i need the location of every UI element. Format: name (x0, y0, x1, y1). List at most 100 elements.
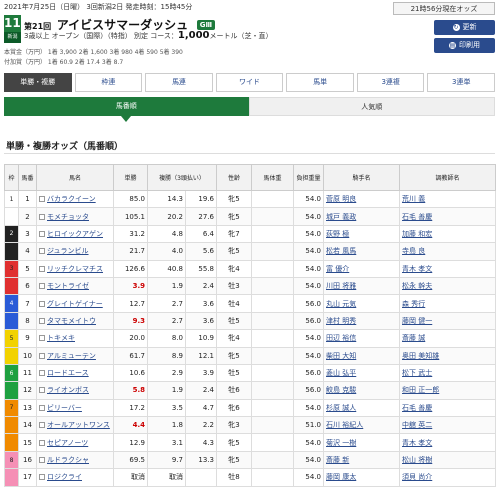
jockey-link[interactable]: 田辺 裕信 (323, 329, 401, 348)
trainer-link[interactable]: 石毛 善慶 (399, 207, 497, 226)
trainer-link[interactable]: 奥田 美知雄 (399, 346, 497, 365)
select-checkbox[interactable] (39, 404, 45, 411)
jockey-link[interactable]: 城戸 義政 (323, 207, 401, 226)
select-checkbox[interactable] (39, 457, 45, 464)
trainer-link[interactable]: 松永 幹夫 (399, 276, 497, 296)
horse-weight (251, 294, 295, 313)
select-checkbox[interactable] (39, 422, 45, 429)
trainer-link[interactable]: 荒川 義 (399, 189, 497, 209)
table-row: 12 ライオンボス 5.8 1.9 2.4 牡6 56.0 鮫島 克駿 和田 正一郎 (4, 381, 497, 400)
horse-name-link[interactable]: ヒロイックアゲン (36, 224, 114, 244)
win-odds: 69.5 (113, 450, 148, 470)
tab-sanrentan[interactable]: 3連単 (427, 73, 496, 92)
select-checkbox[interactable] (39, 283, 45, 290)
trainer-link[interactable]: 松下 武士 (399, 363, 497, 383)
select-checkbox[interactable] (39, 474, 45, 481)
horse-name-link[interactable]: グレイトゲイナー (36, 294, 114, 313)
trainer-link[interactable]: 青木 孝文 (399, 433, 497, 452)
horse-name-link[interactable]: リッチクレマチス (36, 259, 114, 278)
horse-name-link[interactable]: タマモメイトウ (36, 311, 114, 331)
select-checkbox[interactable] (39, 230, 45, 237)
win-odds: 4.4 (113, 416, 148, 435)
horse-name-link[interactable]: オールアットワンス (36, 416, 114, 435)
waku-cell (4, 433, 19, 452)
jockey-link[interactable]: 丸山 元気 (323, 294, 401, 313)
trainer-link[interactable]: 青木 孝文 (399, 259, 497, 278)
horse-name-link[interactable]: ビリーバー (36, 398, 114, 418)
jockey-link[interactable]: 杉原 誠人 (323, 398, 401, 418)
horse-name-link[interactable]: セピアノーツ (36, 433, 114, 452)
win-odds: 17.2 (113, 398, 148, 418)
select-checkbox[interactable] (39, 213, 45, 220)
prize-added: 付加賞（万円） 1着 60.9 2着 17.4 3着 8.7 (4, 59, 124, 66)
tab-by-popularity[interactable]: 人気順 (248, 97, 495, 116)
horse-name-link[interactable]: アルミューテン (36, 346, 114, 365)
horse-name-link[interactable]: モントライゼ (36, 276, 114, 296)
carried-weight: 56.0 (293, 294, 325, 313)
carried-weight: 54.0 (293, 450, 325, 470)
select-checkbox[interactable] (39, 248, 45, 255)
select-checkbox[interactable] (39, 317, 45, 324)
tab-by-number[interactable]: 馬番順 (4, 97, 249, 122)
tab-umaren[interactable]: 馬連 (145, 73, 213, 92)
select-checkbox[interactable] (39, 352, 45, 359)
jockey-link[interactable]: 荻野 極 (323, 224, 401, 244)
jockey-link[interactable]: 石川 裕紀人 (323, 416, 401, 435)
select-checkbox[interactable] (39, 335, 45, 342)
jockey-link[interactable]: 菊沢 一樹 (323, 433, 401, 452)
horse-name-link[interactable]: ロジクライ (36, 468, 114, 487)
race-conditions: 3歳以上 オープン（国際）（特指） 別定 コース：1,000メートル（芝・直） (24, 30, 273, 41)
select-checkbox[interactable] (39, 439, 45, 446)
trainer-link[interactable]: 加藤 和宏 (399, 224, 497, 244)
jockey-link[interactable]: 菱山 弘平 (323, 363, 401, 383)
jockey-link[interactable]: 斎藤 新 (323, 450, 401, 470)
trainer-link[interactable]: 松山 将樹 (399, 450, 497, 470)
horse-name-link[interactable]: ジュランビル (36, 242, 114, 261)
tab-umatan[interactable]: 馬単 (286, 73, 354, 92)
select-checkbox[interactable] (39, 300, 45, 307)
trainer-link[interactable]: 藤岡 健一 (399, 311, 497, 331)
jockey-link[interactable]: 菅原 明良 (323, 189, 401, 209)
trainer-link[interactable]: 斎藤 誠 (399, 329, 497, 348)
tab-sanrenpuku[interactable]: 3連複 (356, 73, 425, 92)
col-trainer: 調教師名 (399, 164, 497, 191)
horse-name-link[interactable]: バカラクイーン (36, 189, 114, 209)
sex-age: 牝4 (216, 329, 253, 348)
tab-wide[interactable]: ワイド (215, 73, 284, 92)
waku-cell: 7 (4, 398, 19, 418)
tab-tansho-fukusho[interactable]: 単勝・複勝 (4, 73, 72, 92)
horse-number: 3 (18, 224, 37, 244)
jockey-link[interactable]: 津村 明秀 (323, 311, 401, 331)
refresh-button[interactable]: ↻ 更新 (434, 20, 495, 35)
horse-name-link[interactable]: ルドラクシャ (36, 450, 114, 470)
horse-name-link[interactable]: ロードエース (36, 363, 114, 383)
win-odds: 12.9 (113, 433, 148, 452)
print-button[interactable]: ▤ 印刷用 (434, 38, 495, 53)
place-odds-high: 12.1 (184, 346, 218, 365)
table-row: 2 3 ヒロイックアゲン 31.2 4.8 6.4 牝7 54.0 荻野 極加藤 和宏 (4, 224, 497, 244)
jockey-link[interactable]: 鮫島 克駿 (323, 381, 401, 400)
horse-name-link[interactable]: ライオンボス (36, 381, 114, 400)
trainer-link[interactable]: 中舘 英二 (399, 416, 497, 435)
jockey-link[interactable]: 柴田 大知 (323, 346, 401, 365)
trainer-link[interactable]: 寺島 良 (399, 242, 497, 261)
select-checkbox[interactable] (39, 196, 45, 203)
jockey-link[interactable]: 松若 風馬 (323, 242, 401, 261)
place-odds-low: 1.8 (147, 416, 186, 435)
horse-name-link[interactable]: モメチョッタ (36, 207, 114, 226)
trainer-link[interactable]: 森 秀行 (399, 294, 497, 313)
select-checkbox[interactable] (39, 265, 45, 272)
place-odds-low: 20.2 (147, 207, 186, 226)
horse-name-link[interactable]: トキメキ (36, 329, 114, 348)
sort-tabs: 馬番順 人気順 (4, 97, 495, 122)
trainer-link[interactable]: 須貝 尚介 (399, 468, 497, 487)
jockey-link[interactable]: 藤岡 康太 (323, 468, 401, 487)
trainer-link[interactable]: 石毛 善慶 (399, 398, 497, 418)
select-checkbox[interactable] (39, 387, 45, 394)
tab-wakuren[interactable]: 枠連 (74, 73, 143, 92)
jockey-link[interactable]: 川田 将雅 (323, 276, 401, 296)
carried-weight: 56.0 (293, 381, 325, 400)
trainer-link[interactable]: 和田 正一郎 (399, 381, 497, 400)
jockey-link[interactable]: 富 優介 (323, 259, 401, 278)
select-checkbox[interactable] (39, 370, 45, 377)
